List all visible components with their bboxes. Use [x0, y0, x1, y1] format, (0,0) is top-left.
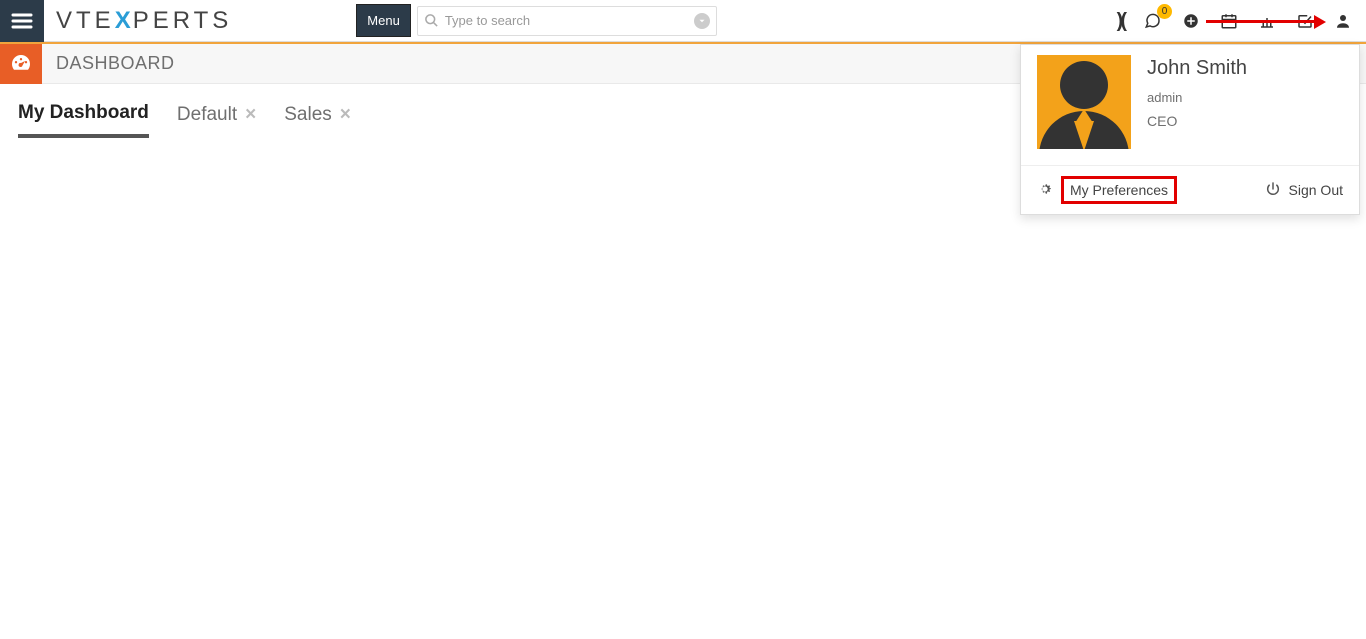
menu-button[interactable]: Menu	[356, 4, 411, 37]
power-icon	[1265, 181, 1281, 200]
chat-badge: 0	[1157, 4, 1172, 19]
search-input[interactable]	[445, 13, 694, 28]
tab-label: Sales	[284, 104, 332, 126]
profile-row: John Smith admin CEO	[1021, 45, 1359, 165]
user-title: CEO	[1147, 113, 1247, 129]
quick-create-button[interactable]	[1182, 12, 1200, 30]
close-icon[interactable]: ×	[340, 104, 351, 126]
vtexperts-icon[interactable]: )(	[1117, 10, 1124, 33]
actions-left: My Preferences	[1037, 176, 1177, 204]
logo-text-x: X	[115, 7, 133, 35]
avatar	[1037, 55, 1131, 149]
sign-out-link[interactable]: Sign Out	[1289, 182, 1343, 198]
dashboard-icon-box	[0, 44, 42, 84]
top-bar: VTEXPERTS Menu )( 0	[0, 0, 1366, 42]
page-title: DASHBOARD	[56, 53, 175, 74]
user-dropdown: John Smith admin CEO My Preferences Sign…	[1020, 44, 1360, 215]
actions-row: My Preferences Sign Out	[1021, 165, 1359, 214]
user-name: John Smith	[1147, 57, 1247, 80]
user-info: John Smith admin CEO	[1147, 55, 1247, 149]
logo-text-3: PERTS	[133, 7, 233, 35]
tab-my-dashboard[interactable]: My Dashboard	[18, 102, 149, 138]
tab-label: My Dashboard	[18, 102, 149, 124]
chevron-down-icon	[697, 16, 707, 26]
logo: VTEXPERTS	[56, 7, 232, 35]
my-preferences-link[interactable]: My Preferences	[1061, 176, 1177, 204]
tab-default[interactable]: Default ×	[177, 102, 256, 138]
plus-circle-icon	[1182, 12, 1200, 30]
gear-icon	[1037, 181, 1053, 200]
search-box[interactable]	[417, 6, 717, 36]
chat-button[interactable]: 0	[1144, 12, 1162, 30]
user-menu-button[interactable]	[1334, 12, 1352, 30]
logo-text-1: VTE	[56, 7, 115, 35]
user-icon	[1334, 12, 1352, 30]
annotation-arrow	[1206, 20, 1318, 23]
actions-right: Sign Out	[1265, 181, 1343, 200]
close-icon[interactable]: ×	[245, 104, 256, 126]
user-role: admin	[1147, 90, 1247, 105]
tab-label: Default	[177, 104, 237, 126]
tab-sales[interactable]: Sales ×	[284, 102, 351, 138]
search-icon	[424, 13, 439, 28]
hamburger-icon	[10, 9, 34, 33]
gauge-icon	[9, 52, 33, 76]
search-dropdown-toggle[interactable]	[694, 13, 710, 29]
hamburger-menu-button[interactable]	[0, 0, 44, 42]
